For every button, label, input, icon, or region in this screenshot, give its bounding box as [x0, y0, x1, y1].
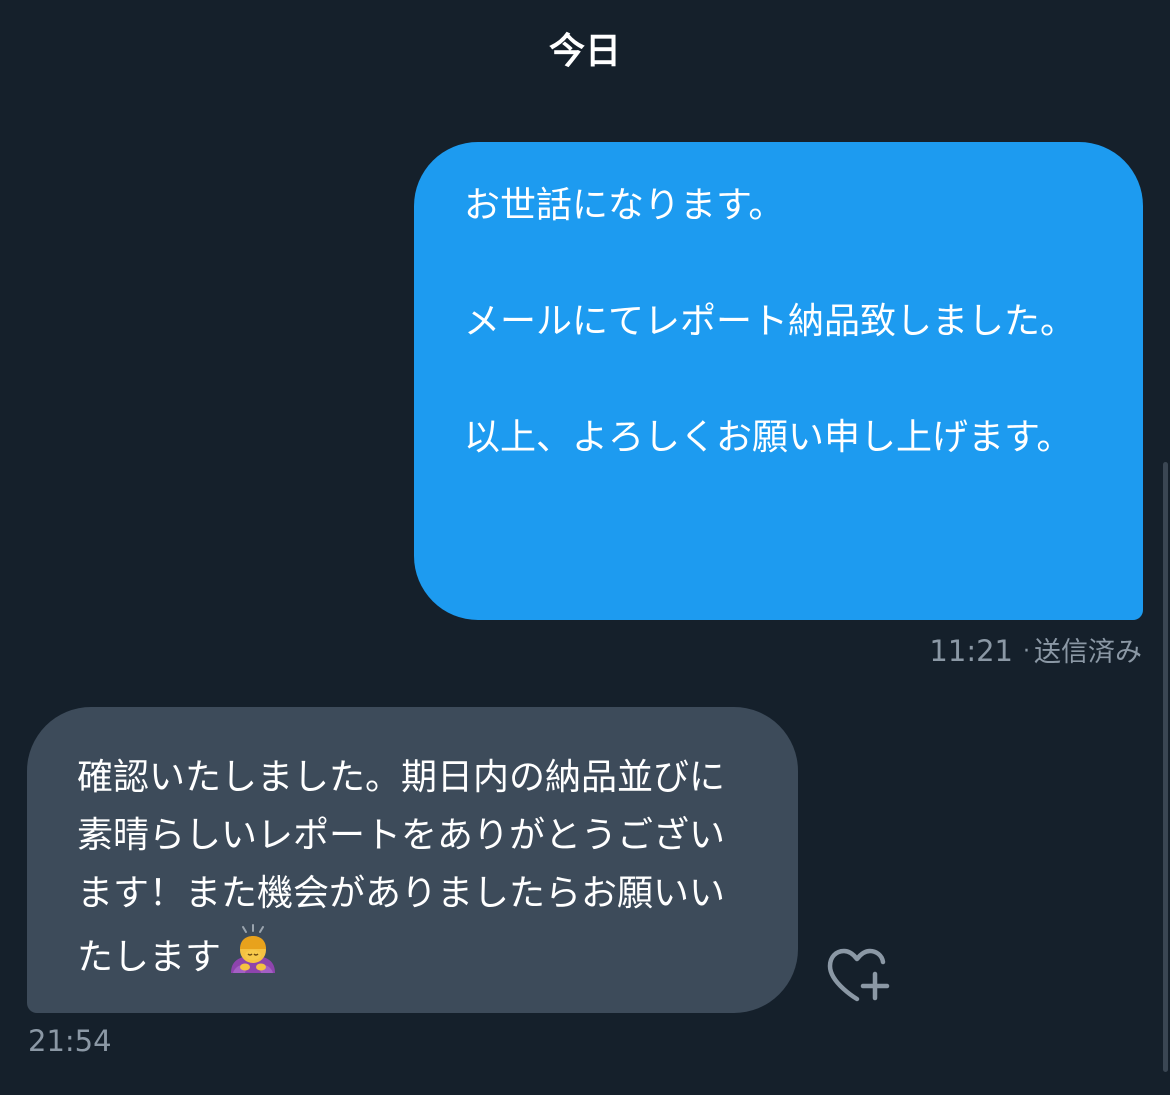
meta-separator: · — [1023, 639, 1030, 664]
outgoing-message-text: お世話になります。 メールにてレポート納品致しました。 以上、よろしくお願い申し… — [464, 185, 1077, 458]
incoming-message-time: 21:54 — [28, 1024, 112, 1058]
outgoing-message-bubble[interactable]: お世話になります。 メールにてレポート納品致しました。 以上、よろしくお願い申し… — [414, 142, 1143, 620]
outgoing-message-time: 11:21 — [929, 634, 1013, 668]
outgoing-message-meta: 11:21 · 送信済み — [929, 630, 1142, 669]
heart-plus-icon — [827, 948, 890, 1002]
date-separator: 今日 — [548, 31, 621, 72]
person-bowing-emoji — [231, 924, 276, 973]
incoming-message-bubble[interactable]: 確認いたしました。期日内の納品並びに素晴らしいレポートをありがとうございます！ま… — [27, 707, 798, 1013]
sent-status: 送信済み — [1034, 637, 1142, 668]
incoming-message-text: 確認いたしました。期日内の納品並びに素晴らしいレポートをありがとうございます！ま… — [77, 757, 726, 978]
add-reaction-button[interactable] — [826, 947, 892, 1005]
scrollbar[interactable] — [1163, 462, 1168, 1072]
